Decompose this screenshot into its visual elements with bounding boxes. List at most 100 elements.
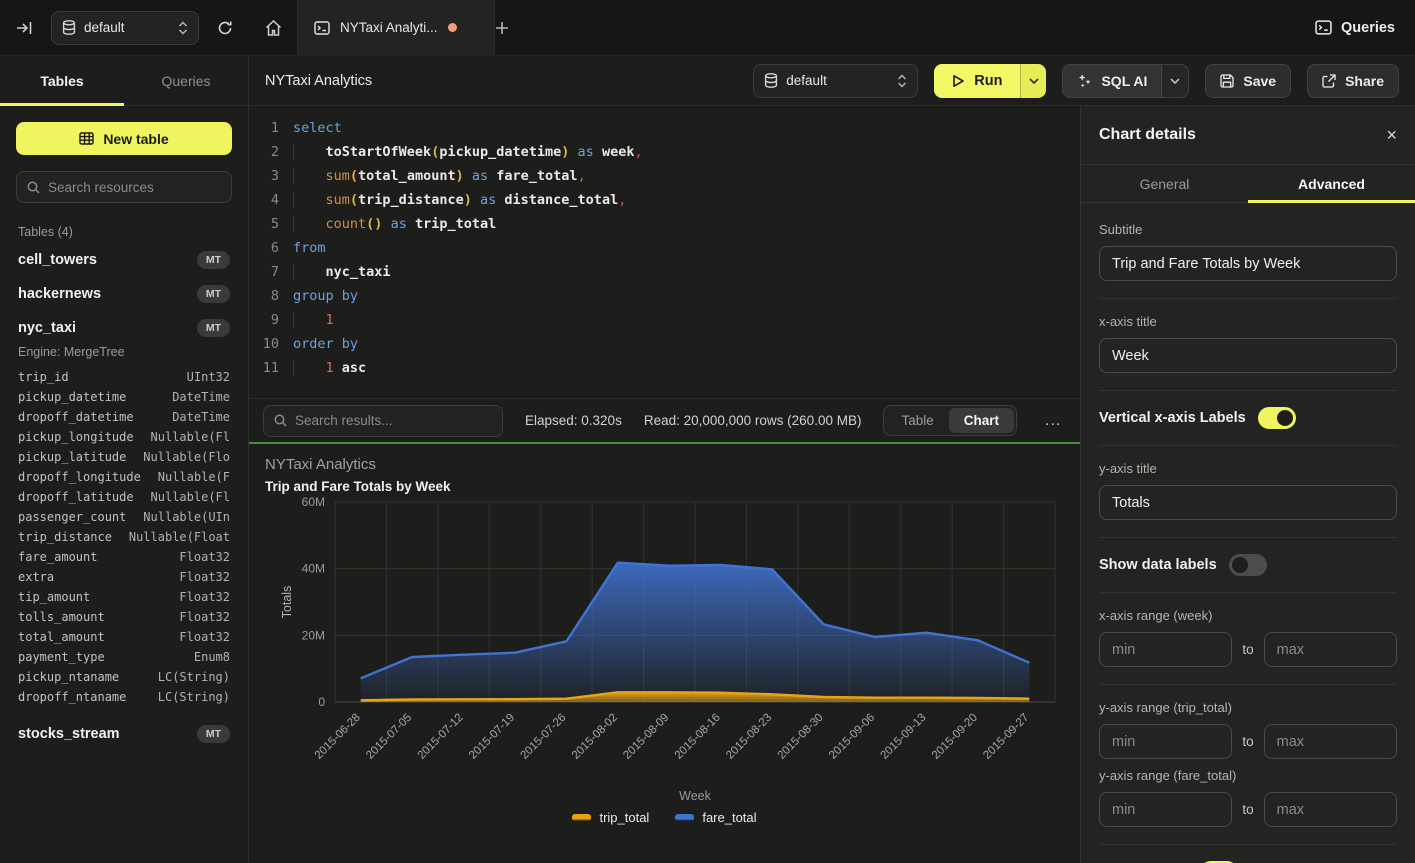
save-button[interactable]: Save [1205, 64, 1291, 98]
sql-editor[interactable]: 1select2 toStartOfWeek(pickup_datetime) … [249, 106, 1080, 398]
yaxis-range-fare-max-input[interactable] [1264, 792, 1397, 827]
table-name: cell_towers [18, 252, 97, 268]
view-toggle-table[interactable]: Table [886, 408, 948, 433]
home-button[interactable] [249, 0, 297, 55]
divider [1099, 684, 1397, 685]
sql-ai-label: SQL AI [1101, 73, 1147, 89]
table-list-item[interactable]: nyc_taxiMT [16, 311, 232, 345]
code-line: 2 toStartOfWeek(pickup_datetime) as week… [249, 140, 1080, 164]
code-text: group by [279, 284, 358, 308]
sidebar-tab-queries[interactable]: Queries [124, 56, 248, 105]
database-selector[interactable]: default [51, 11, 199, 45]
yaxis-range-trip-label: y-axis range (trip_total) [1099, 700, 1397, 715]
show-data-labels-toggle[interactable] [1229, 554, 1267, 576]
sidebar-tab-tables[interactable]: Tables [0, 56, 124, 105]
new-table-button[interactable]: New table [16, 122, 232, 155]
topbar-right: Queries [1315, 0, 1415, 55]
column-type: LC(String) [158, 669, 230, 685]
elapsed-time: Elapsed: 0.320s [525, 413, 622, 428]
run-options-caret[interactable] [1020, 64, 1046, 98]
column-row: dropoff_datetimeDateTime [16, 407, 232, 427]
yaxis-range-trip-max-input[interactable] [1264, 724, 1397, 759]
chart-legend: trip_total fare_total [265, 810, 1064, 825]
vertical-xaxis-labels-toggle[interactable] [1258, 407, 1296, 429]
refresh-button[interactable] [213, 16, 237, 40]
toggle-knob [1232, 557, 1248, 573]
code-line: 3 sum(total_amount) as fare_total, [249, 164, 1080, 188]
table-list-item[interactable]: stocks_streamMT [16, 717, 232, 751]
column-type: Nullable(Fl [151, 489, 230, 505]
share-button[interactable]: Share [1307, 64, 1399, 98]
table-list-item[interactable]: cell_towersMT [16, 243, 232, 277]
column-name: pickup_longitude [18, 429, 134, 445]
column-row: pickup_latitudeNullable(Flo [16, 447, 232, 467]
code-text: 1 [279, 308, 334, 332]
home-icon [265, 20, 282, 36]
resource-search-input[interactable] [48, 180, 221, 195]
yaxis-title-label: y-axis title [1099, 461, 1397, 476]
code-text: toStartOfWeek(pickup_datetime) as week, [279, 140, 643, 164]
engine-badge: MT [197, 285, 230, 303]
new-tab-button[interactable] [495, 0, 541, 55]
updown-chevron-icon [897, 74, 907, 88]
collapse-sidebar-button[interactable] [12, 17, 37, 39]
results-search-input[interactable] [295, 413, 492, 428]
toolbar-database-selector[interactable]: default [753, 64, 918, 98]
divider [1099, 537, 1397, 538]
column-type: Nullable(Float [129, 529, 230, 545]
code-text: from [279, 236, 326, 260]
topbar-left: default [0, 0, 249, 55]
search-icon [274, 414, 287, 427]
column-type: Nullable(F [158, 469, 230, 485]
column-row: pickup_longitudeNullable(Fl [16, 427, 232, 447]
line-number: 4 [249, 188, 279, 212]
code-line: 8group by [249, 284, 1080, 308]
svg-text:2015-08-16: 2015-08-16 [673, 712, 723, 762]
queries-button[interactable]: Queries [1315, 20, 1395, 36]
subtitle-input[interactable] [1099, 246, 1397, 281]
column-row: extraFloat32 [16, 567, 232, 587]
code-line: 7 nyc_taxi [249, 260, 1080, 284]
results-search [263, 405, 503, 437]
tables-section-title: Tables (4) [18, 225, 230, 239]
code-text: 1 asc [279, 356, 366, 380]
panel-tab-advanced[interactable]: Advanced [1248, 165, 1415, 202]
table-list-item[interactable]: hackernewsMT [16, 277, 232, 311]
table-grid-icon [79, 132, 94, 145]
share-icon [1322, 74, 1336, 88]
yaxis-title-input[interactable] [1099, 485, 1397, 520]
sidebar-tabs: Tables Queries [0, 56, 248, 106]
top-bar: default NYTaxi Analyti... [0, 0, 1415, 56]
tab-nytaxi-analytics[interactable]: NYTaxi Analyti... [297, 0, 495, 55]
unsaved-changes-dot [448, 23, 457, 32]
divider [1099, 390, 1397, 391]
code-line: 11 1 asc [249, 356, 1080, 380]
panel-tab-general[interactable]: General [1081, 165, 1248, 202]
table-engine-label: Engine: MergeTree [16, 345, 232, 367]
yaxis-range-fare-min-input[interactable] [1099, 792, 1232, 827]
svg-text:20M: 20M [302, 628, 325, 642]
xaxis-range-min-input[interactable] [1099, 632, 1232, 667]
column-name: dropoff_datetime [18, 409, 134, 425]
sql-ai-button[interactable]: SQL AI [1062, 64, 1161, 98]
query-toolbar: NYTaxi Analytics default [249, 56, 1415, 106]
legend-item-fare_total[interactable]: fare_total [675, 810, 756, 825]
xaxis-title-input[interactable] [1099, 338, 1397, 373]
yaxis-range-trip-min-input[interactable] [1099, 724, 1232, 759]
code-text: sum(total_amount) as fare_total, [279, 164, 586, 188]
results-more-button[interactable]: ... [1039, 410, 1067, 432]
xaxis-range-max-input[interactable] [1264, 632, 1397, 667]
chevron-down-icon [1170, 78, 1180, 84]
rows-read: Read: 20,000,000 rows (260.00 MB) [644, 413, 862, 428]
refresh-icon [217, 20, 233, 36]
line-number: 3 [249, 164, 279, 188]
run-button[interactable]: Run [934, 64, 1020, 98]
close-panel-button[interactable]: × [1386, 125, 1397, 146]
sql-ai-caret[interactable] [1161, 64, 1189, 98]
view-toggle-chart[interactable]: Chart [949, 408, 1014, 433]
legend-swatch [572, 814, 591, 821]
code-line: 10order by [249, 332, 1080, 356]
legend-item-trip_total[interactable]: trip_total [572, 810, 649, 825]
column-row: pickup_ntanameLC(String) [16, 667, 232, 687]
panel-title: Chart details [1099, 126, 1196, 144]
